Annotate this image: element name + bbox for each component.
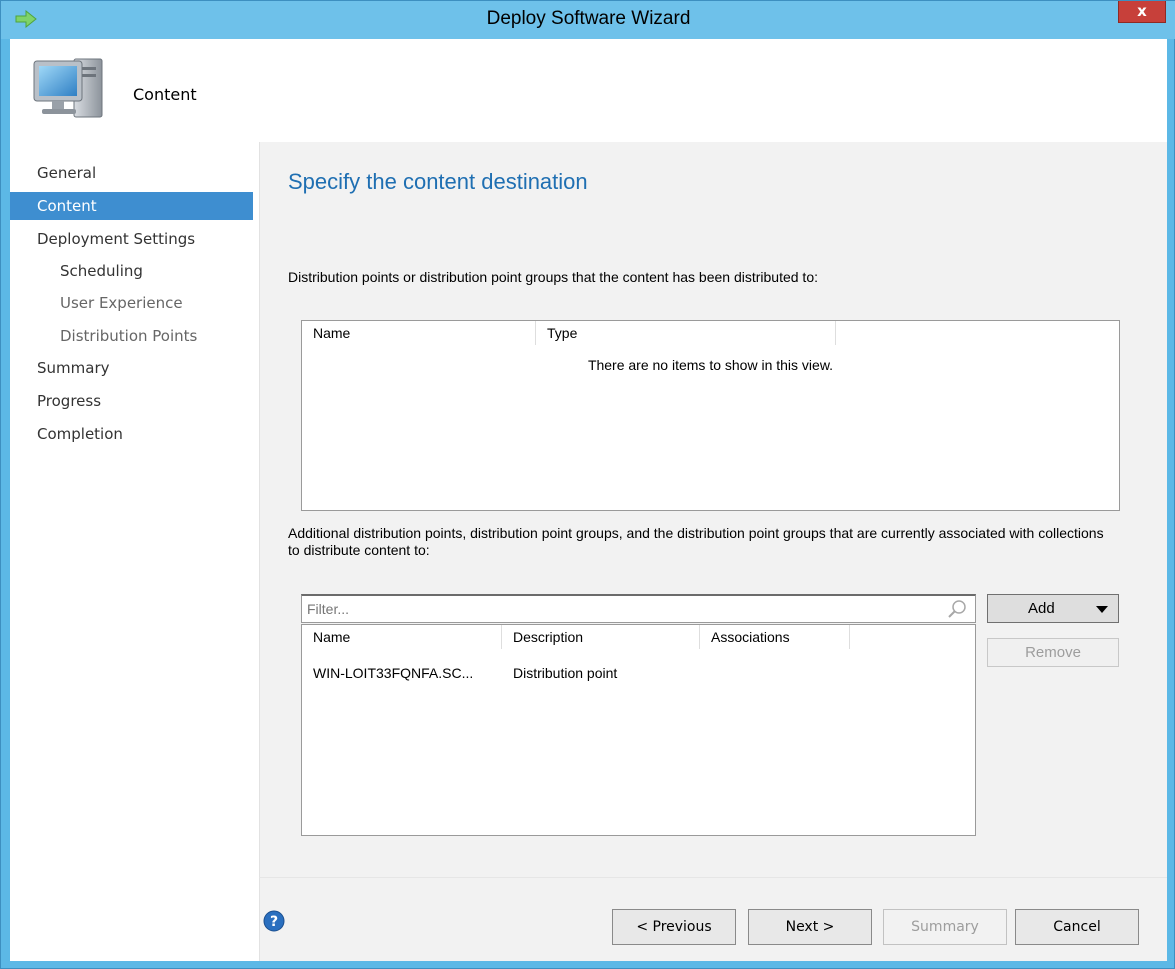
row-name-cell: WIN-LOIT33FQNFA.SC...: [313, 665, 474, 681]
wizard-header: Content: [10, 39, 1167, 142]
nav-item-user-experience[interactable]: User Experience: [10, 289, 253, 317]
distributed-label: Distribution points or distribution poin…: [288, 269, 818, 285]
nav-item-distribution-points[interactable]: Distribution Points: [10, 322, 253, 350]
previous-button[interactable]: < Previous: [612, 909, 736, 945]
window-title: Deploy Software Wizard: [486, 8, 691, 29]
main-pane: Specify the content destination Distribu…: [259, 142, 1167, 877]
filter-input[interactable]: [302, 596, 922, 621]
nav-item-general[interactable]: General: [10, 159, 253, 187]
row-description-cell: Distribution point: [513, 665, 618, 681]
nav-item-completion[interactable]: Completion: [10, 420, 253, 448]
nav-item-content[interactable]: Content: [10, 192, 253, 220]
nav-item-deployment-settings[interactable]: Deployment Settings: [10, 225, 253, 253]
column-header-name[interactable]: Name: [302, 321, 536, 345]
filter-box[interactable]: [301, 594, 976, 623]
remove-button[interactable]: Remove: [987, 638, 1119, 667]
wizard-footer: ? < Previous Next > Summary Cancel: [259, 877, 1167, 961]
column-header-type[interactable]: Type: [536, 321, 836, 345]
nav-item-summary[interactable]: Summary: [10, 354, 253, 382]
nav-item-progress[interactable]: Progress: [10, 387, 253, 415]
dropdown-arrow-icon: [1096, 606, 1108, 613]
next-button[interactable]: Next >: [748, 909, 872, 945]
svg-text:?: ?: [270, 914, 278, 930]
close-button[interactable]: x: [1118, 1, 1166, 23]
column-header-name[interactable]: Name: [302, 625, 502, 649]
summary-button[interactable]: Summary: [883, 909, 1007, 945]
wizard-nav: General Content Deployment Settings Sche…: [10, 142, 259, 961]
help-icon[interactable]: ?: [263, 910, 285, 932]
column-header-associations[interactable]: Associations: [700, 625, 850, 649]
cancel-button[interactable]: Cancel: [1015, 909, 1139, 945]
computer-icon: [33, 58, 103, 118]
header-title: Content: [133, 85, 197, 104]
title-bar[interactable]: Deploy Software Wizard x: [1, 1, 1175, 39]
nav-item-scheduling[interactable]: Scheduling: [10, 257, 253, 285]
search-icon[interactable]: [947, 599, 967, 619]
empty-list-message: There are no items to show in this view.: [587, 357, 834, 373]
page-heading: Specify the content destination: [288, 169, 588, 194]
wizard-window: Deploy Software Wizard x Content General…: [0, 0, 1175, 969]
distributed-list[interactable]: Name Type There are no items to show in …: [301, 320, 1120, 511]
column-header-description[interactable]: Description: [502, 625, 700, 649]
additional-label: Additional distribution points, distribu…: [288, 525, 1104, 558]
add-button[interactable]: Add: [987, 594, 1119, 623]
add-button-label: Add: [1028, 600, 1055, 617]
additional-list[interactable]: Name Description Associations WIN-LOIT33…: [301, 624, 976, 836]
